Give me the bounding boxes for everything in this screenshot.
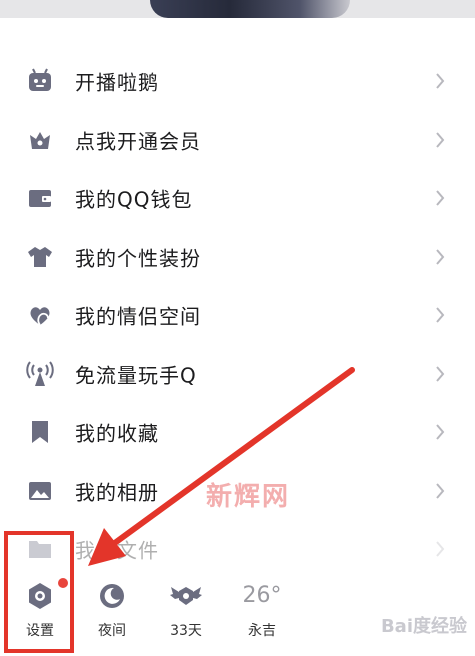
menu-item-live[interactable]: 开播啦鹅 (0, 52, 475, 111)
night-mode-label: 夜间 (98, 623, 126, 639)
live-tv-icon (26, 67, 54, 95)
chevron-right-icon (433, 422, 447, 442)
chevron-right-icon (433, 539, 447, 559)
winged-badge-icon (156, 578, 216, 614)
menu-item-label: 我的情侣空间 (75, 304, 201, 329)
chevron-right-icon (433, 247, 447, 267)
signal-tower-icon (26, 360, 54, 388)
night-mode-button[interactable]: 夜间 (82, 578, 142, 640)
chevron-right-icon (433, 364, 447, 384)
menu-item-label: 我的收藏 (75, 421, 159, 446)
photo-album-icon (26, 477, 54, 505)
tshirt-icon (26, 243, 54, 271)
chevron-right-icon (433, 481, 447, 501)
menu-item-vip[interactable]: 点我开通会员 (0, 111, 475, 170)
menu-item-label: 免流量玩手Q (75, 363, 197, 388)
chevron-right-icon (433, 188, 447, 208)
menu-item-favorites[interactable]: 我的收藏 (0, 403, 475, 462)
vip-crown-icon (26, 126, 54, 154)
annotation-highlight-box (4, 531, 74, 653)
wallet-icon (26, 184, 54, 212)
menu-item-label: 我的个性装扮 (75, 246, 201, 271)
couple-heart-icon (26, 301, 54, 329)
city-label: 永吉 (248, 623, 276, 639)
menu-item-label: 我的QQ钱包 (75, 187, 193, 212)
menu-item-label: 点我开通会员 (75, 129, 201, 154)
menu-item-label: 开播啦鹅 (75, 70, 159, 95)
profile-background-photo (0, 0, 475, 18)
weather-widget[interactable]: 26° 永吉 (232, 578, 292, 640)
menu-item-couple[interactable]: 我的情侣空间 (0, 286, 475, 345)
menu-item-free-data[interactable]: 免流量玩手Q (0, 345, 475, 404)
site-watermark: 新辉网 (206, 482, 291, 512)
bookmark-icon (26, 418, 54, 446)
sign-in-days-label: 33天 (170, 623, 202, 639)
chevron-right-icon (433, 71, 447, 91)
temperature-value: 26° (242, 583, 282, 608)
menu-item-wallet[interactable]: 我的QQ钱包 (0, 169, 475, 228)
baidu-watermark: Bai度经验 (380, 616, 467, 637)
menu-item-label: 我的文件 (75, 538, 159, 563)
chevron-right-icon (433, 130, 447, 150)
moon-icon (82, 578, 142, 614)
sign-in-days-button[interactable]: 33天 (156, 578, 216, 640)
menu-item-dressup[interactable]: 我的个性装扮 (0, 228, 475, 287)
profile-photo-figure (150, 0, 350, 18)
chevron-right-icon (433, 305, 447, 325)
menu-item-label: 我的相册 (75, 480, 159, 505)
